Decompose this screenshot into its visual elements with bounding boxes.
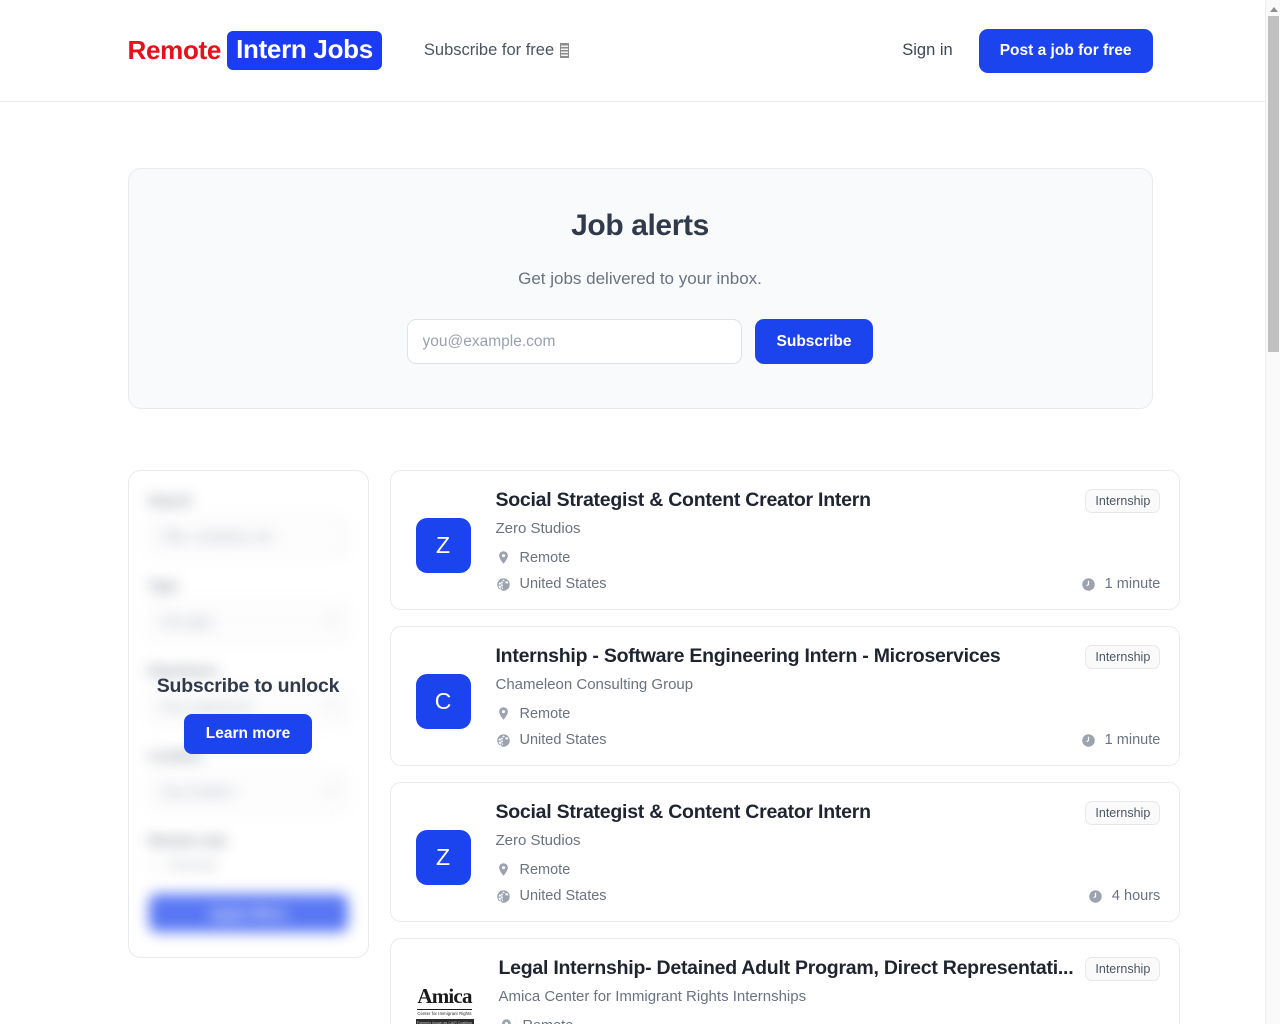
job-title[interactable]: Social Strategist & Content Creator Inte… [496, 801, 1074, 824]
scroll-up-arrow-icon[interactable] [1266, 3, 1280, 15]
clock-icon [1081, 733, 1095, 747]
job-company: Zero Studios [495, 832, 581, 849]
job-company: Amica Center for Immigrant Rights Intern… [498, 988, 807, 1005]
job-country-group: United States [496, 732, 607, 748]
logo-badge-intern-jobs: Intern Jobs [227, 31, 382, 70]
site-logo[interactable]: Remote Intern Jobs [128, 31, 382, 70]
company-logo-wrap: Z [415, 489, 471, 592]
amica-logo-word: Amica [417, 984, 472, 1008]
globe-icon [496, 577, 510, 591]
job-card-body: Social Strategist & Content Creator Inte… [496, 489, 1161, 592]
job-type-badge: Internship [1085, 801, 1161, 825]
page-scrollbar[interactable] [1265, 0, 1280, 1024]
logo-text-remote: Remote [127, 35, 222, 65]
job-title[interactable]: Internship - Software Engineering Intern… [496, 645, 1074, 668]
job-title-row: Legal Internship- Detained Adult Program… [499, 957, 1161, 981]
job-location: Remote [519, 705, 571, 722]
job-posted-group: 4 hours [1088, 888, 1160, 904]
content-columns: Search Title, company, etc. Type Any typ… [127, 470, 1181, 1024]
job-alerts-card: Job alerts Get jobs delivered to your in… [127, 168, 1153, 409]
site-header: Remote Intern Jobs Subscribe for free Si… [0, 0, 1280, 102]
job-alerts-form: Subscribe [149, 319, 1132, 364]
job-type-badge: Internship [1085, 957, 1161, 981]
job-location: Remote [519, 861, 571, 878]
job-location: Remote [519, 549, 571, 566]
map-pin-icon [501, 1019, 511, 1024]
email-input[interactable] [406, 319, 742, 364]
job-country-row: United States 1 minute [496, 732, 1161, 748]
company-logo-wrap: C [415, 645, 471, 748]
job-title[interactable]: Social Strategist & Content Creator Inte… [496, 489, 1074, 512]
sign-in-link[interactable]: Sign in [902, 41, 952, 60]
map-pin-icon [498, 707, 508, 720]
subscribe-to-unlock-overlay: Subscribe to unlock Learn more [129, 471, 368, 957]
job-country-group: United States [496, 576, 607, 592]
job-posted-group: 1 minute [1081, 732, 1161, 748]
job-posted-time: 4 hours [1111, 888, 1161, 904]
amica-logo-tagline: Center for Immigrant Rights [417, 1009, 472, 1016]
amica-logo-band: Formerly known as CAIR Coalition [415, 1019, 474, 1024]
clock-icon [1081, 577, 1095, 591]
job-card-body: Legal Internship- Detained Adult Program… [499, 957, 1161, 1024]
avatar: C [415, 674, 471, 729]
job-location-row: Remote [499, 1017, 1161, 1024]
map-pin-icon [498, 863, 508, 876]
job-alerts-title: Job alerts [571, 209, 709, 242]
avatar: Z [415, 830, 471, 885]
job-country-group: United States [496, 888, 607, 904]
subscribe-button[interactable]: Subscribe [754, 319, 874, 364]
missing-glyph-icon [560, 43, 570, 58]
clock-icon [1089, 889, 1102, 903]
overlay-title: Subscribe to unlock [156, 674, 340, 697]
job-card[interactable]: Z Social Strategist & Content Creator In… [389, 470, 1181, 610]
job-card[interactable]: C Internship - Software Engineering Inte… [389, 626, 1181, 766]
learn-more-button[interactable]: Learn more [183, 713, 313, 754]
job-posted-time: 1 minute [1104, 576, 1161, 592]
job-card-body: Internship - Software Engineering Intern… [496, 645, 1161, 748]
job-posted-time: 1 minute [1104, 732, 1161, 748]
job-country-row: United States 4 hours [496, 888, 1160, 904]
company-logo-image: Amica Center for Immigrant Rights Former… [415, 984, 474, 1024]
company-logo-wrap: Z [415, 801, 471, 904]
job-country: United States [519, 732, 607, 748]
globe-icon [496, 889, 510, 903]
filters-sidebar: Search Title, company, etc. Type Any typ… [127, 470, 369, 958]
job-country: United States [519, 576, 607, 592]
job-company: Zero Studios [495, 520, 581, 537]
nav-subscribe-label: Subscribe for free [423, 41, 555, 59]
job-list: Z Social Strategist & Content Creator In… [389, 470, 1181, 1024]
post-a-job-button[interactable]: Post a job for free [978, 28, 1153, 73]
job-type-badge: Internship [1085, 645, 1161, 669]
job-alerts-subtitle: Get jobs delivered to your inbox. [518, 269, 762, 288]
job-country-row: United States 1 minute [496, 576, 1161, 592]
job-title-row: Social Strategist & Content Creator Inte… [496, 801, 1161, 825]
job-posted-group: 1 minute [1081, 576, 1161, 592]
globe-icon [496, 733, 510, 747]
job-location: Remote [523, 1018, 574, 1024]
job-location-row: Remote [496, 705, 1161, 722]
company-logo-wrap: Amica Center for Immigrant Rights Former… [415, 957, 474, 1024]
map-pin-icon [498, 551, 508, 564]
job-company: Chameleon Consulting Group [495, 676, 694, 693]
avatar: Z [415, 518, 471, 573]
job-card[interactable]: Amica Center for Immigrant Rights Former… [389, 938, 1181, 1024]
job-type-badge: Internship [1085, 489, 1161, 513]
job-title[interactable]: Legal Internship- Detained Adult Program… [499, 957, 1074, 980]
nav-subscribe-for-free[interactable]: Subscribe for free [423, 41, 570, 60]
header-inner: Remote Intern Jobs Subscribe for free Si… [8, 0, 1273, 101]
job-country: United States [519, 888, 607, 904]
main-content: Job alerts Get jobs delivered to your in… [8, 168, 1273, 1024]
job-title-row: Social Strategist & Content Creator Inte… [496, 489, 1161, 513]
page-root: Remote Intern Jobs Subscribe for free Si… [0, 0, 1280, 1024]
header-actions: Sign in Post a job for free [902, 28, 1153, 73]
job-title-row: Internship - Software Engineering Intern… [496, 645, 1161, 669]
scrollbar-thumb[interactable] [1268, 16, 1279, 352]
job-card-body: Social Strategist & Content Creator Inte… [496, 801, 1161, 904]
job-card[interactable]: Z Social Strategist & Content Creator In… [389, 782, 1181, 922]
job-location-row: Remote [496, 861, 1161, 878]
job-location-row: Remote [496, 549, 1161, 566]
